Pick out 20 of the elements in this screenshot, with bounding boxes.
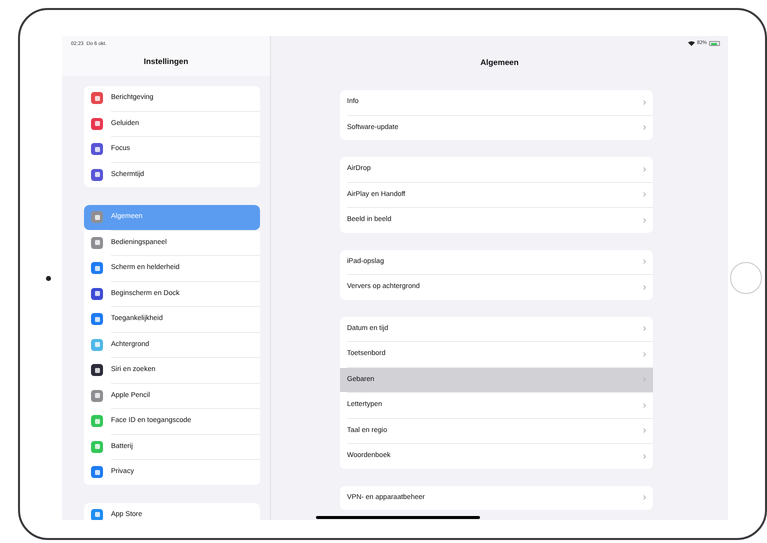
wifi-icon	[688, 41, 695, 46]
chevron-icon	[643, 284, 646, 290]
camera-icon	[46, 276, 51, 281]
sidebar-title: Instellingen	[144, 57, 188, 66]
chevron-icon	[643, 428, 646, 434]
chevron-icon	[643, 402, 646, 408]
chevron-icon	[643, 377, 646, 382]
chevron-icon	[643, 125, 646, 130]
chevron-icon	[643, 259, 646, 264]
chevron-icon	[643, 454, 646, 459]
chevron-icon	[643, 192, 646, 198]
chevron-icon	[643, 166, 646, 172]
chevron-icon	[643, 100, 646, 105]
chevron-icon	[643, 218, 646, 223]
chevron-icon	[643, 352, 646, 357]
detail-title: Algemeen	[480, 57, 519, 69]
chevron-icon	[643, 495, 646, 500]
home-button[interactable]	[730, 262, 762, 294]
chevron-icon	[643, 326, 646, 332]
battery-icon	[709, 41, 720, 46]
